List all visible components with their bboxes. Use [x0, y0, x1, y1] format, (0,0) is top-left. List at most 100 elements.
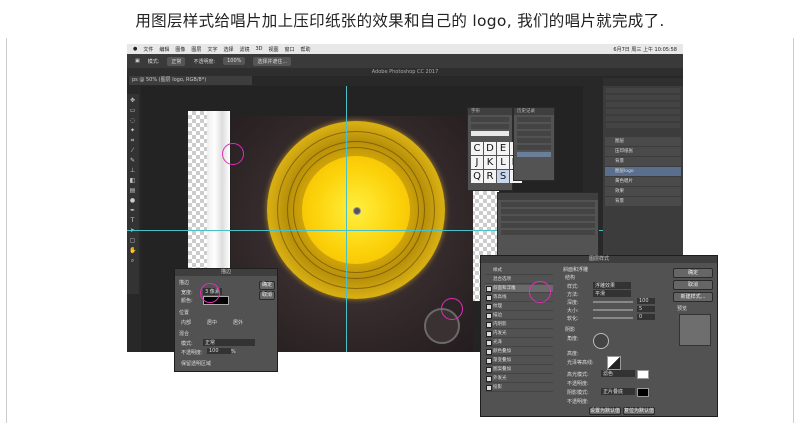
checkbox-icon[interactable]	[486, 385, 492, 391]
type-tool-icon[interactable]: T	[129, 217, 136, 224]
glyph-cell[interactable]: E	[497, 142, 509, 155]
tool-preset-icon[interactable]: ▣	[135, 58, 140, 64]
checkbox-icon[interactable]	[486, 304, 492, 310]
radio-outside[interactable]: 居外	[233, 319, 243, 326]
layer-row-selected[interactable]: 图层logo	[605, 167, 681, 176]
layer-row[interactable]: 效果	[605, 187, 681, 196]
menu-select[interactable]: 选择	[223, 46, 233, 53]
method-select[interactable]: 平滑	[593, 290, 631, 297]
glyph-cell[interactable]: C	[471, 142, 483, 155]
preview-checkbox[interactable]: 预览	[677, 305, 687, 312]
opacity-input[interactable]: 100%	[223, 57, 246, 65]
style-select[interactable]: 浮雕效果	[593, 282, 631, 289]
gloss-contour-swatch[interactable]	[607, 356, 621, 370]
radio-center[interactable]: 居中	[207, 319, 217, 326]
horizontal-guide[interactable]	[127, 230, 683, 231]
document-tab[interactable]: ps @ 50% (图层 logo, RGB/8*)	[129, 76, 252, 85]
eraser-tool-icon[interactable]: ◧	[129, 177, 136, 184]
style-item[interactable]: 颜色叠加	[485, 348, 553, 356]
vertical-guide[interactable]	[346, 86, 347, 352]
checkbox-icon[interactable]	[486, 313, 492, 319]
cancel-button[interactable]: 取消	[673, 280, 713, 290]
opacity-input[interactable]: 100	[207, 348, 231, 354]
checkbox-icon[interactable]	[486, 349, 492, 355]
new-style-button[interactable]: 新建样式...	[673, 292, 713, 302]
cancel-button[interactable]: 取消	[259, 291, 275, 300]
size-input[interactable]: 5	[637, 306, 655, 312]
depth-input[interactable]: 100	[637, 298, 655, 304]
menu-help[interactable]: 帮助	[301, 46, 311, 53]
crop-tool-icon[interactable]: ⌗	[129, 137, 136, 144]
mode-select[interactable]: 正常	[167, 56, 186, 66]
soften-slider[interactable]	[593, 317, 633, 319]
shape-tool-icon[interactable]: ▢	[129, 237, 136, 244]
glyph-cell[interactable]: J	[471, 156, 483, 169]
checkbox-icon[interactable]	[486, 331, 492, 337]
make-default-button[interactable]: 设置为默认值	[589, 407, 621, 415]
style-item[interactable]: 纹理	[485, 303, 553, 311]
stamp-tool-icon[interactable]: ⊥	[129, 167, 136, 174]
layer-row[interactable]: 黄色唱片	[605, 177, 681, 186]
style-item[interactable]: 外发光	[485, 375, 553, 383]
ok-button[interactable]: 确定	[673, 268, 713, 278]
angle-dial[interactable]	[593, 333, 609, 349]
radio-inside[interactable]: 内部	[181, 319, 191, 326]
menu-view[interactable]: 视图	[269, 46, 279, 53]
menu-3d[interactable]: 3D	[255, 46, 262, 52]
hand-tool-icon[interactable]: ✋	[129, 247, 136, 254]
glyph-cell[interactable]: D	[484, 142, 496, 155]
zoom-tool-icon[interactable]: ⌕	[129, 257, 136, 264]
glyph-cell-selected[interactable]: S	[497, 170, 509, 183]
style-item[interactable]: 内发光	[485, 330, 553, 338]
layer-row[interactable]: 背景	[605, 157, 681, 166]
checkbox-icon[interactable]	[486, 358, 492, 364]
highlight-color-swatch[interactable]	[637, 370, 649, 379]
menu-type[interactable]: 文字	[207, 46, 217, 53]
glyph-cell[interactable]: R	[484, 170, 496, 183]
layer-row[interactable]: 压印纸张	[605, 147, 681, 156]
glyph-cell[interactable]: Q	[471, 170, 483, 183]
glyph-cell[interactable]: K	[484, 156, 496, 169]
soften-input[interactable]: 0	[637, 314, 655, 320]
checkbox-icon[interactable]	[486, 295, 492, 301]
checkbox-icon[interactable]	[486, 340, 492, 346]
depth-slider[interactable]	[593, 301, 633, 303]
eyedropper-icon[interactable]: ⁄	[129, 147, 136, 154]
checkbox-icon[interactable]	[486, 286, 492, 292]
pen-tool-icon[interactable]: ✒	[129, 207, 136, 214]
glyph-cell[interactable]: L	[497, 156, 509, 169]
style-item[interactable]: 投影	[485, 384, 553, 392]
style-item[interactable]: 描边	[485, 312, 553, 320]
highlight-mode-select[interactable]: 滤色	[601, 370, 635, 377]
layer-row[interactable]: 背景	[605, 197, 681, 206]
preserve-checkbox[interactable]: 保留透明区域	[181, 360, 211, 367]
style-item[interactable]: 样式	[485, 267, 553, 275]
gradient-tool-icon[interactable]: ▤	[129, 187, 136, 194]
apple-icon[interactable]: ●	[133, 46, 137, 52]
menu-layer[interactable]: 图层	[191, 46, 201, 53]
blend-mode-select[interactable]: 正常	[203, 339, 255, 346]
select-mask-button[interactable]: 选择并遮住...	[253, 56, 292, 66]
checkbox-icon[interactable]	[486, 322, 492, 328]
checkbox-icon[interactable]	[486, 376, 492, 382]
style-item[interactable]: 渐变叠加	[485, 357, 553, 365]
layer-row[interactable]: 图层	[605, 137, 681, 146]
size-slider[interactable]	[593, 309, 633, 311]
menu-edit[interactable]: 编辑	[159, 46, 169, 53]
menu-filter[interactable]: 滤镜	[239, 46, 249, 53]
marquee-tool-icon[interactable]: ▭	[129, 107, 136, 114]
menu-window[interactable]: 窗口	[285, 46, 295, 53]
move-tool-icon[interactable]: ✥	[129, 97, 136, 104]
brush-tool-icon[interactable]: ✎	[129, 157, 136, 164]
magic-wand-icon[interactable]: ✦	[129, 127, 136, 134]
checkbox-icon[interactable]	[486, 367, 492, 373]
style-item[interactable]: 内阴影	[485, 321, 553, 329]
menu-image[interactable]: 图像	[175, 46, 185, 53]
style-item[interactable]: 图案叠加	[485, 366, 553, 374]
shadow-mode-select[interactable]: 正片叠底	[601, 388, 635, 395]
ok-button[interactable]: 确定	[259, 281, 275, 290]
reset-default-button[interactable]: 复位为默认值	[623, 407, 655, 415]
menu-file[interactable]: 文件	[143, 46, 153, 53]
shadow-color-swatch[interactable]	[637, 388, 649, 397]
dodge-tool-icon[interactable]: ●	[129, 197, 136, 204]
